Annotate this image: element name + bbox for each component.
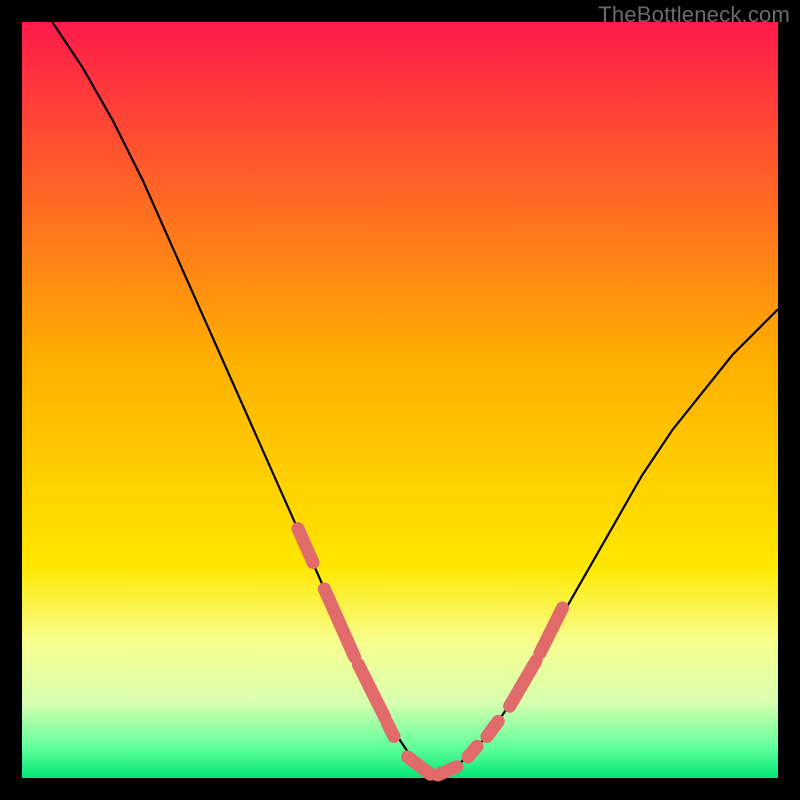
highlight-segment bbox=[468, 746, 477, 757]
watermark-label: TheBottleneck.com bbox=[598, 2, 790, 28]
highlight-segment bbox=[487, 721, 498, 736]
plot-background bbox=[22, 22, 778, 778]
chart-container: TheBottleneck.com bbox=[0, 0, 800, 800]
bottleneck-chart bbox=[0, 0, 800, 800]
highlight-segment bbox=[438, 767, 457, 775]
highlight-segment bbox=[387, 723, 394, 737]
